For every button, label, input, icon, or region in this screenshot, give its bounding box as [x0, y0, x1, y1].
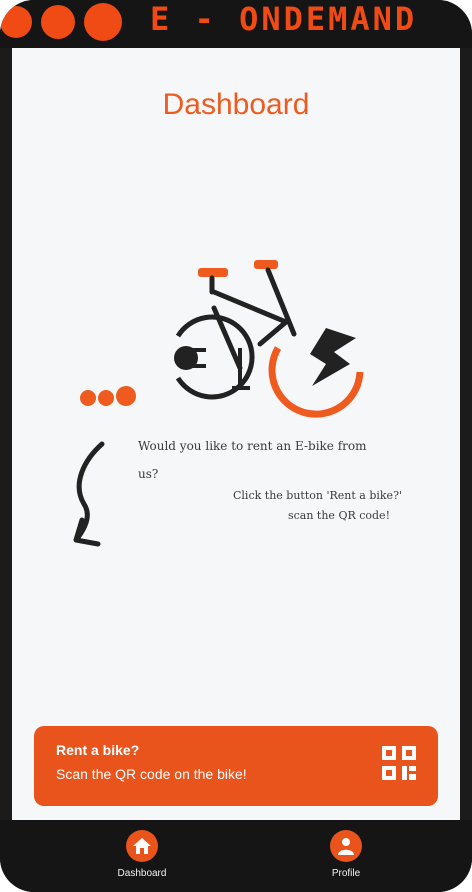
- user-icon: [330, 830, 362, 862]
- ebike-illustration: [80, 260, 364, 418]
- brand-name: E - ONDEMAND: [150, 0, 418, 38]
- curved-arrow-icon: [73, 441, 105, 547]
- nav-dashboard[interactable]: Dashboard: [92, 830, 192, 879]
- page-title: Dashboard: [162, 88, 310, 121]
- dashboard-screen: Dashboard Would you like to rent an E-bi…: [12, 48, 460, 820]
- nav-dashboard-label: Dashboard: [117, 868, 167, 879]
- instruction-line-2: scan the QR code!: [287, 509, 390, 522]
- app-header: E - ONDEMAND: [0, 0, 472, 48]
- logo-dots-icon: [0, 3, 122, 41]
- rent-bike-button[interactable]: Rent a bike? Scan the QR code on the bik…: [34, 726, 438, 806]
- bottom-navigation: Dashboard Profile: [0, 820, 472, 892]
- phone-frame: E - ONDEMAND Dashboard Would you like to…: [0, 0, 472, 892]
- nav-profile[interactable]: Profile: [296, 830, 396, 879]
- nav-profile-label: Profile: [331, 868, 361, 879]
- instruction-line-1: Click the button 'Rent a bike?': [233, 489, 402, 502]
- qr-code-icon: [382, 746, 416, 780]
- home-icon: [126, 830, 158, 862]
- instruction-text: Click the button 'Rent a bike?' scan the…: [162, 486, 402, 526]
- rent-bike-title: Rent a bike?: [56, 742, 140, 758]
- rent-question-text: Would you like to rent an E-bike from us…: [138, 439, 367, 481]
- rent-bike-subtitle: Scan the QR code on the bike!: [56, 766, 247, 782]
